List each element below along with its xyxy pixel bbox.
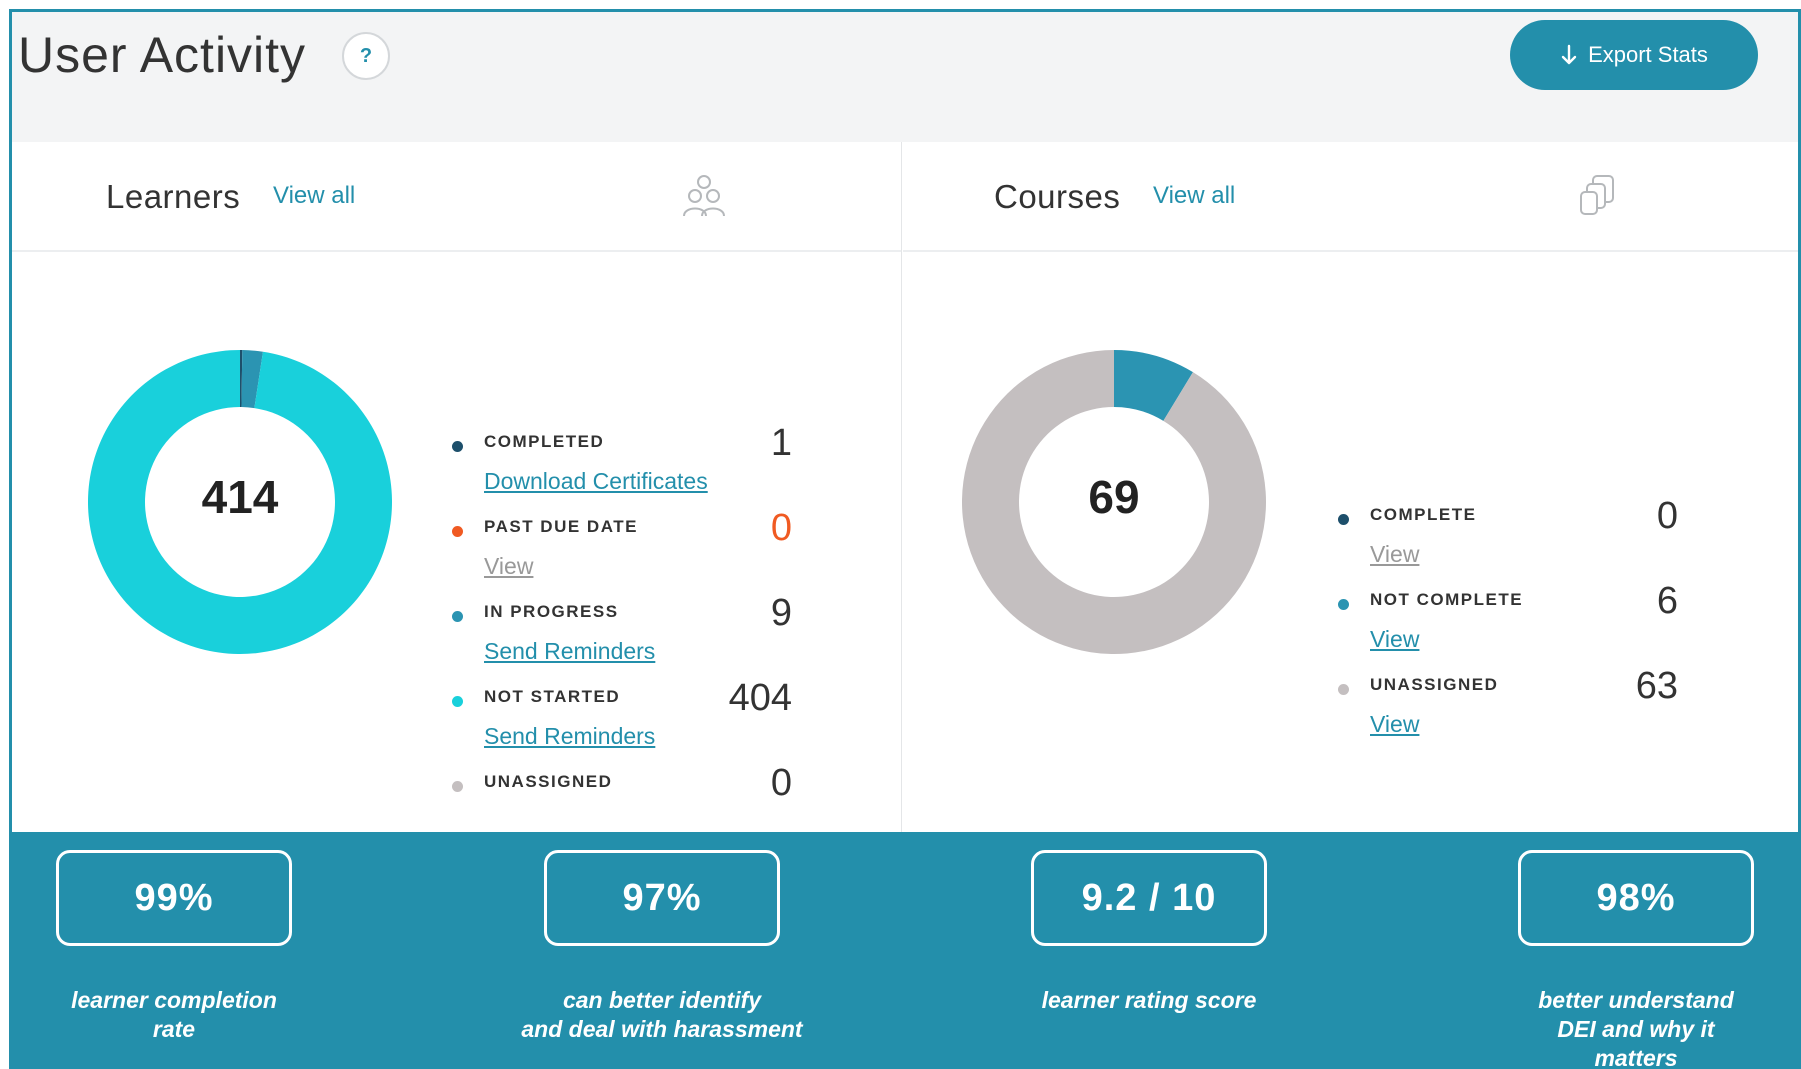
stat-card: 99% learner completion rate xyxy=(56,850,292,1042)
legend-action-link[interactable]: Send Reminders xyxy=(484,723,655,750)
courses-panel: Courses View all 69 COMPLETE 0 View NOT COM… xyxy=(903,142,1798,832)
legend-dot xyxy=(1338,599,1349,610)
legend-value: 1 xyxy=(770,422,792,464)
legend-action-link[interactable]: Send Reminders xyxy=(484,638,655,665)
stat-value: 9.2 / 10 xyxy=(1031,850,1267,946)
legend-label: UNASSIGNED xyxy=(484,772,613,791)
learners-title: Learners xyxy=(106,178,241,215)
download-arrow-icon xyxy=(1561,44,1577,65)
stat-card: 97% can better identify and deal with ha… xyxy=(521,850,803,1042)
courses-donut-chart: 69 xyxy=(954,342,1274,662)
dashboard-frame: User Activity ? Export Stats Learners Vi… xyxy=(9,9,1801,1069)
legend-label: COMPLETE xyxy=(1370,505,1477,524)
stat-caption-line: learner completion xyxy=(71,987,277,1013)
stat-caption: learner rating score xyxy=(961,986,1337,1015)
stat-caption-line: DEI and why it xyxy=(1557,1016,1715,1042)
stats-banner: 99% learner completion rate 97% can bett… xyxy=(12,832,1798,1069)
legend-dot xyxy=(452,526,463,537)
legend-value: 404 xyxy=(728,677,792,719)
stat-caption-line: matters xyxy=(1594,1045,1678,1069)
learners-panel-header: Learners View all xyxy=(12,142,901,252)
legend-dot xyxy=(452,781,463,792)
legend-action-link[interactable]: Download Certificates xyxy=(484,468,708,495)
stat-caption: better understand DEI and why it matters xyxy=(1448,986,1798,1069)
stat-caption-line: learner rating score xyxy=(1041,987,1257,1013)
learners-total: 414 xyxy=(201,471,279,523)
legend-dot xyxy=(452,441,463,452)
legend-action-link[interactable]: View xyxy=(1370,626,1419,653)
legend-action-link[interactable]: View xyxy=(1370,541,1419,568)
legend-dot xyxy=(1338,684,1349,695)
stat-caption-line: can better identify xyxy=(562,987,762,1013)
export-stats-label: Export Stats xyxy=(1588,42,1708,67)
legend-dot xyxy=(452,611,463,622)
courses-view-all-link[interactable]: View all xyxy=(1153,182,1235,210)
users-icon xyxy=(683,175,725,217)
stat-caption-line: rate xyxy=(152,1016,196,1042)
legend-label: PAST DUE DATE xyxy=(484,517,638,536)
stat-value: 99% xyxy=(56,850,292,946)
stat-value: 98% xyxy=(1518,850,1754,946)
courses-title: Courses xyxy=(994,178,1121,215)
page-title: User Activity xyxy=(18,27,307,83)
legend-label: NOT STARTED xyxy=(484,687,621,706)
learners-donut-chart: 414 xyxy=(80,342,400,662)
stat-caption-line: better understand xyxy=(1538,987,1734,1013)
legend-value: 0 xyxy=(770,507,792,549)
stat-caption: can better identify and deal with harass… xyxy=(474,986,850,1044)
legend-dot xyxy=(452,696,463,707)
legend-action-link[interactable]: View xyxy=(1370,711,1419,738)
legend-value: 9 xyxy=(770,592,792,634)
legend-label: COMPLETED xyxy=(484,432,605,451)
learners-panel: Learners View all 414 COMPLETED 1 Download… xyxy=(12,142,902,832)
learners-view-all-link[interactable]: View all xyxy=(273,182,355,210)
legend-label: IN PROGRESS xyxy=(484,602,619,621)
stat-card: 98% better understand DEI and why it mat… xyxy=(1518,850,1754,1069)
legend-value: 0 xyxy=(770,762,792,804)
stat-caption: learner completion rate xyxy=(12,986,362,1044)
courses-total: 69 xyxy=(1088,471,1140,523)
legend-label: NOT COMPLETE xyxy=(1370,590,1524,609)
legend-label: UNASSIGNED xyxy=(1370,675,1499,694)
legend-value: 6 xyxy=(1656,580,1678,622)
help-button[interactable]: ? xyxy=(342,32,390,80)
courses-panel-header: Courses View all xyxy=(903,142,1798,252)
stat-caption-line: and deal with harassment xyxy=(521,1016,803,1042)
legend-value: 0 xyxy=(1656,495,1678,537)
legend-action-link[interactable]: View xyxy=(484,553,533,580)
stat-value: 97% xyxy=(544,850,780,946)
copy-icon xyxy=(1580,175,1614,215)
stat-card: 9.2 / 10 learner rating score xyxy=(1031,850,1267,1013)
export-stats-button[interactable]: Export Stats xyxy=(1510,20,1758,90)
page-header: User Activity ? Export Stats xyxy=(12,12,1798,142)
legend-value: 63 xyxy=(1635,665,1678,707)
legend-dot xyxy=(1338,514,1349,525)
